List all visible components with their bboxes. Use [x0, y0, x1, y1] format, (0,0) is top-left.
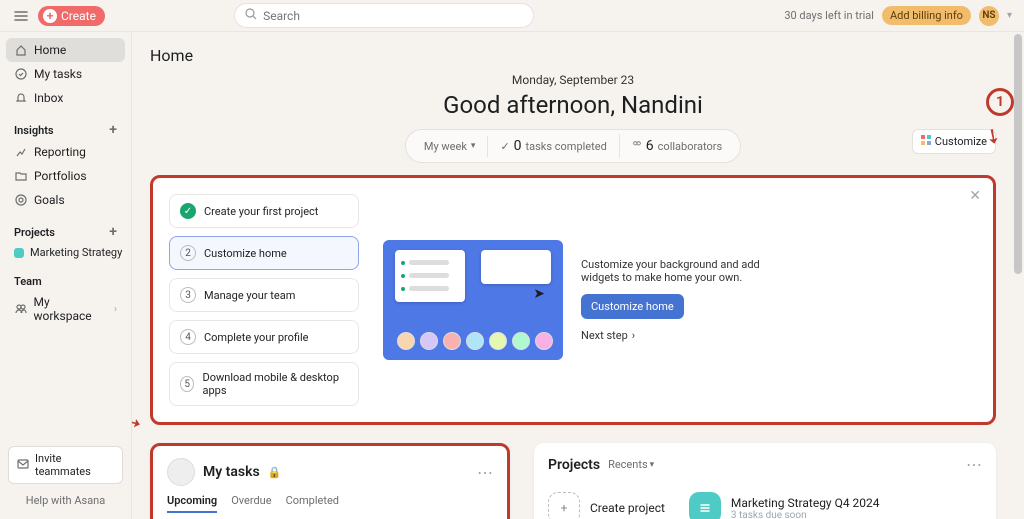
sidebar-item-portfolios[interactable]: Portfolios [6, 164, 125, 188]
search-input[interactable] [263, 9, 523, 23]
projects-widget: Projects Recents ▾ ⋯ + Create project [534, 443, 996, 519]
step-number: 3 [180, 287, 196, 303]
kebab-icon[interactable]: ⋯ [477, 463, 493, 482]
onboarding-card: ✕ ✓Create your first project 2Customize … [150, 175, 996, 425]
tasks-completed-stat: ✓ 0 tasks completed [488, 134, 619, 158]
nav-label: Goals [34, 193, 65, 207]
check-circle-icon [14, 67, 28, 81]
cursor-icon: ➤ [533, 286, 545, 302]
sidebar-item-mytasks[interactable]: My tasks [6, 62, 125, 86]
plus-icon[interactable]: + [109, 224, 117, 240]
greeting-text: Good afternoon, Nandini [150, 91, 996, 119]
check-icon: ✓ [180, 203, 196, 219]
step-number: 4 [180, 329, 196, 345]
sidebar-item-home[interactable]: Home [6, 38, 125, 62]
nav-label: Inbox [34, 91, 63, 105]
plus-icon: + [548, 492, 580, 519]
onboarding-step-3[interactable]: 3Manage your team [169, 278, 359, 312]
nav-label: Reporting [34, 145, 86, 159]
close-icon[interactable]: ✕ [969, 188, 981, 204]
onboarding-illustration: ➤ [383, 240, 563, 360]
add-billing-button[interactable]: Add billing info [882, 6, 971, 25]
target-icon [14, 193, 28, 207]
plus-icon: + [43, 9, 57, 23]
project-card[interactable]: Marketing Strategy Q4 2024 3 tasks due s… [689, 492, 880, 519]
home-icon [14, 43, 28, 57]
tab-overdue[interactable]: Overdue [231, 494, 271, 513]
hamburger-icon[interactable] [12, 7, 30, 25]
people-icon [14, 302, 28, 316]
create-project-button[interactable]: + Create project [548, 492, 665, 519]
mytasks-widget: My tasks 🔒 ⋯ Upcoming Overdue Completed … [150, 443, 510, 519]
sidebar-item-goals[interactable]: Goals [6, 188, 125, 212]
grid-icon [921, 135, 931, 148]
user-avatar[interactable]: NS [979, 6, 999, 26]
chevron-down-icon[interactable]: ▾ [1007, 10, 1012, 21]
nav-label: Portfolios [34, 169, 87, 183]
annotation-1-marker: 1 [986, 88, 1014, 116]
search-input-wrap[interactable] [234, 3, 534, 28]
annotation-2-arrow: ➘ [132, 407, 146, 436]
sidebar-item-reporting[interactable]: Reporting [6, 140, 125, 164]
nav-label: My workspace [34, 295, 108, 323]
nav-label: Home [34, 43, 66, 57]
trial-text: 30 days left in trial [784, 9, 874, 22]
summary-pill: My week ▾ ✓ 0 tasks completed 6 collabor… [405, 129, 741, 163]
search-icon [245, 8, 257, 23]
onboarding-step-4[interactable]: 4Complete your profile [169, 320, 359, 354]
onboarding-step-1[interactable]: ✓Create your first project [169, 194, 359, 228]
projects-title: Projects [548, 457, 600, 473]
kebab-icon[interactable]: ⋯ [966, 455, 982, 474]
help-link[interactable]: Help with Asana [6, 490, 125, 511]
next-step-link[interactable]: Next step › [581, 329, 771, 342]
people-icon [632, 140, 642, 153]
mail-icon [17, 458, 29, 473]
tab-completed[interactable]: Completed [286, 494, 339, 513]
chevron-right-icon: › [114, 304, 117, 315]
user-avatar-icon [167, 458, 195, 486]
folder-icon [14, 169, 28, 183]
list-icon [689, 492, 721, 519]
recents-selector[interactable]: Recents ▾ [608, 458, 654, 471]
page-title: Home [150, 46, 996, 65]
step-number: 2 [180, 245, 196, 261]
nav-label: My tasks [34, 67, 82, 81]
project-name: Marketing Strategy Q4 2024 [731, 496, 880, 510]
project-name: Marketing Strategy Q4 2… [30, 246, 125, 259]
week-selector[interactable]: My week ▾ [412, 136, 489, 157]
chevron-right-icon: › [632, 329, 635, 342]
onboarding-step-5[interactable]: 5Download mobile & desktop apps [169, 362, 359, 406]
onboarding-description: Customize your background and add widget… [581, 258, 771, 284]
chevron-down-icon: ▾ [471, 141, 476, 151]
onboarding-step-2[interactable]: 2Customize home [169, 236, 359, 270]
project-color-icon [14, 248, 24, 258]
tab-upcoming[interactable]: Upcoming [167, 494, 217, 513]
sidebar-item-inbox[interactable]: Inbox [6, 86, 125, 110]
sidebar-item-workspace[interactable]: My workspace › [6, 290, 125, 328]
check-icon: ✓ [500, 140, 509, 153]
date-text: Monday, September 23 [150, 73, 996, 87]
create-button[interactable]: + Create [38, 6, 105, 26]
chart-icon [14, 145, 28, 159]
invite-label: Invite teammates [35, 452, 114, 478]
sidebar-section-insights: Insights + [6, 116, 125, 140]
step-number: 5 [180, 376, 194, 392]
bell-icon [14, 91, 28, 105]
lock-icon: 🔒 [268, 466, 282, 479]
collaborators-stat: 6 collaborators [620, 134, 734, 158]
mytasks-title: My tasks [203, 464, 260, 480]
chevron-down-icon: ▾ [650, 460, 655, 470]
sidebar-section-projects: Projects + [6, 218, 125, 242]
sidebar-section-team: Team [6, 269, 125, 290]
project-subtitle: 3 tasks due soon [731, 510, 880, 519]
sidebar-project-item[interactable]: Marketing Strategy Q4 2… [6, 242, 125, 263]
scrollbar[interactable] [1014, 34, 1022, 274]
invite-teammates-button[interactable]: Invite teammates [8, 446, 123, 484]
customize-home-button[interactable]: Customize home [581, 294, 684, 319]
create-label: Create [61, 9, 96, 23]
plus-icon[interactable]: + [109, 122, 117, 138]
